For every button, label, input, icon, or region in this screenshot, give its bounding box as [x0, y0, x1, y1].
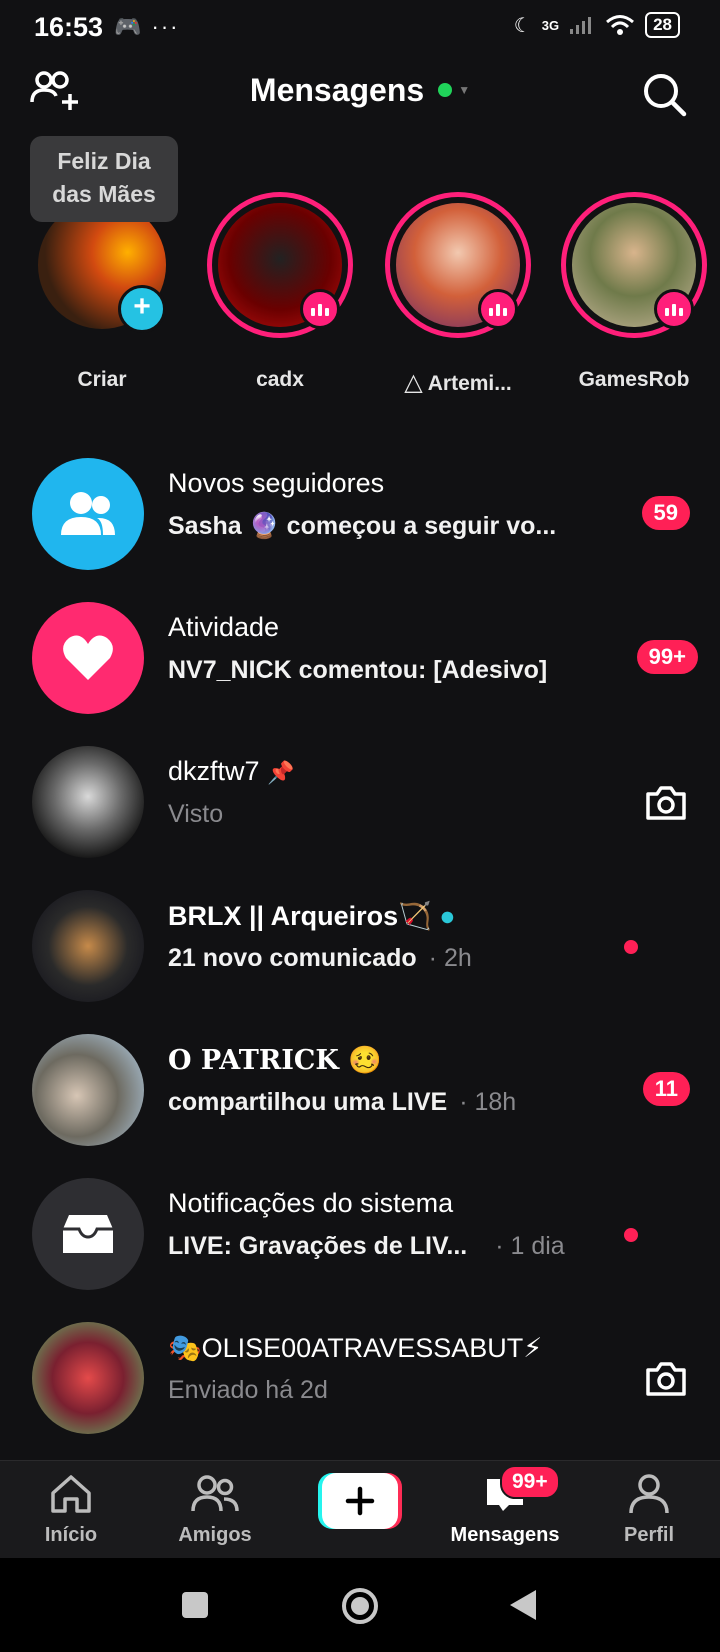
home-icon — [51, 1475, 91, 1513]
story-item[interactable]: cadx — [204, 192, 356, 392]
chevron-down-icon: ▼ — [458, 82, 471, 97]
row-subtitle: compartilhou uma LIVE · 18h — [168, 1088, 516, 1117]
row-title: Atividade — [168, 612, 280, 642]
story-name: cadx — [256, 368, 304, 391]
list-item-system-notifications[interactable]: Notificações do sistema LIVE: Gravações … — [0, 1178, 720, 1298]
wifi-icon — [606, 15, 635, 35]
row-title: BRLX || Arqueiros🏹 ● — [168, 900, 456, 932]
camera-icon[interactable] — [644, 780, 688, 824]
avatar — [32, 890, 144, 1002]
row-title: dkzftw7 📌 — [168, 756, 294, 787]
followers-icon — [61, 492, 115, 535]
status-time: 16:53 — [34, 12, 104, 42]
story-name: △ Artemi... — [382, 368, 534, 397]
logo-icon: △ — [404, 369, 423, 396]
battery-indicator: 28 — [645, 12, 680, 38]
story-ring — [385, 192, 531, 338]
system-nav-bar — [0, 1558, 720, 1652]
avatar — [32, 746, 144, 858]
list-item-chat[interactable]: dkzftw7 📌 Visto — [0, 746, 720, 866]
emoji-icon: ● — [439, 901, 456, 931]
nav-friends[interactable]: Amigos — [150, 1473, 280, 1547]
row-title: Novos seguidores — [168, 468, 385, 498]
row-subtitle: 21 novo comunicado · 2h — [168, 944, 472, 973]
home-circle-icon[interactable] — [340, 1586, 380, 1626]
friends-icon — [191, 1475, 239, 1512]
search-icon[interactable] — [642, 72, 688, 118]
row-title-text: dkzftw7 — [168, 756, 260, 786]
inbox-icon — [63, 1215, 113, 1253]
row-title: 🎭OLISE00ATRAVESSABUT⚡ — [168, 1333, 543, 1363]
list-item-chat[interactable]: BRLX || Arqueiros🏹 ● 21 novo comunicado ·… — [0, 890, 720, 1010]
story-ring — [561, 192, 707, 338]
story-item[interactable]: △ Artemi... — [382, 192, 534, 397]
nav-label: Mensagens — [450, 1524, 560, 1546]
list-item-activity[interactable]: Atividade NV7_NICK comentou: [Adesivo] 9… — [0, 602, 720, 722]
more-dots-icon: ··· — [151, 14, 180, 39]
row-subtitle-text: 21 novo comunicado — [168, 944, 417, 972]
recents-icon[interactable] — [180, 1590, 210, 1620]
status-right: ☾ 3G 28 — [514, 12, 680, 38]
avatar — [32, 458, 144, 570]
messages-count-badge: 99+ — [500, 1465, 560, 1499]
back-icon[interactable] — [508, 1588, 538, 1622]
row-subtitle: Visto — [168, 800, 224, 828]
story-create[interactable]: + Criar — [26, 192, 178, 392]
page-title[interactable]: Mensagens ▼ — [0, 72, 720, 109]
status-notification-icons: 🎮 ··· — [114, 14, 180, 40]
story-name: GamesRob — [578, 368, 690, 391]
signal-icon — [570, 17, 592, 34]
list-item-chat[interactable]: O PATRICK 🥴 compartilhou uma LIVE · 18h 1… — [0, 1034, 720, 1154]
avatar — [32, 602, 144, 714]
nav-label: Perfil — [623, 1524, 675, 1546]
profile-icon — [629, 1474, 669, 1514]
unread-badge: 11 — [642, 1072, 690, 1106]
unread-badge: 59 — [641, 496, 690, 530]
online-status-dot — [438, 82, 453, 97]
row-subtitle-text: LIVE: Gravações de LIV... — [168, 1232, 468, 1260]
row-time: · 1 dia — [495, 1232, 565, 1260]
row-title-text: BRLX || Arqueiros🏹 — [168, 901, 432, 931]
row-time: · 2h — [428, 944, 472, 972]
nav-label: Início — [44, 1524, 98, 1546]
story-name-text: Artemi... — [427, 372, 512, 395]
row-subtitle: Sasha 🔮 começou a seguir vo... — [168, 512, 557, 540]
live-icon — [478, 289, 518, 329]
discord-icon: 🎮 — [114, 14, 144, 39]
live-icon — [654, 289, 694, 329]
list-item-new-followers[interactable]: Novos seguidores Sasha 🔮 começou a segui… — [0, 458, 720, 578]
moon-icon: ☾ — [513, 14, 532, 37]
tooltip: Feliz Dia das Mães — [30, 136, 178, 222]
tooltip-line: Feliz Dia — [57, 148, 151, 174]
row-subtitle: Enviado há 2d — [168, 1376, 328, 1404]
add-story-icon[interactable]: + — [118, 285, 166, 333]
bottom-navigation: Início Amigos Mensagens 99+ Perfil — [0, 1460, 720, 1559]
nav-home[interactable]: Início — [6, 1473, 136, 1547]
network-label: 3G — [541, 17, 560, 33]
row-subtitle: NV7_NICK comentou: [Adesivo] — [168, 656, 548, 684]
unread-dot — [624, 940, 638, 954]
avatar — [32, 1034, 144, 1146]
story-ring — [207, 192, 353, 338]
row-subtitle-text: compartilhou uma LIVE — [168, 1088, 448, 1116]
avatar — [32, 1322, 144, 1434]
row-title: Notificações do sistema — [168, 1188, 454, 1218]
row-title: O PATRICK 🥴 — [168, 1045, 382, 1076]
heart-icon — [63, 635, 113, 680]
unread-badge: 99+ — [636, 640, 698, 674]
list-item-chat[interactable]: 🎭OLISE00ATRAVESSABUT⚡ Enviado há 2d — [0, 1322, 720, 1442]
pin-icon: 📌 — [267, 760, 295, 785]
nav-profile[interactable]: Perfil — [584, 1473, 714, 1547]
avatar — [32, 1178, 144, 1290]
story-item[interactable]: GamesRob — [558, 192, 710, 392]
nav-label: Amigos — [178, 1524, 252, 1546]
live-icon — [300, 289, 340, 329]
story-name: Criar — [77, 368, 127, 391]
unread-dot — [624, 1228, 638, 1242]
camera-icon[interactable] — [644, 1356, 688, 1400]
row-time: · 18h — [459, 1088, 517, 1116]
create-button[interactable] — [318, 1473, 402, 1529]
tooltip-line: das Mães — [52, 181, 156, 207]
row-subtitle: LIVE: Gravações de LIV... · 1 dia — [168, 1232, 565, 1261]
